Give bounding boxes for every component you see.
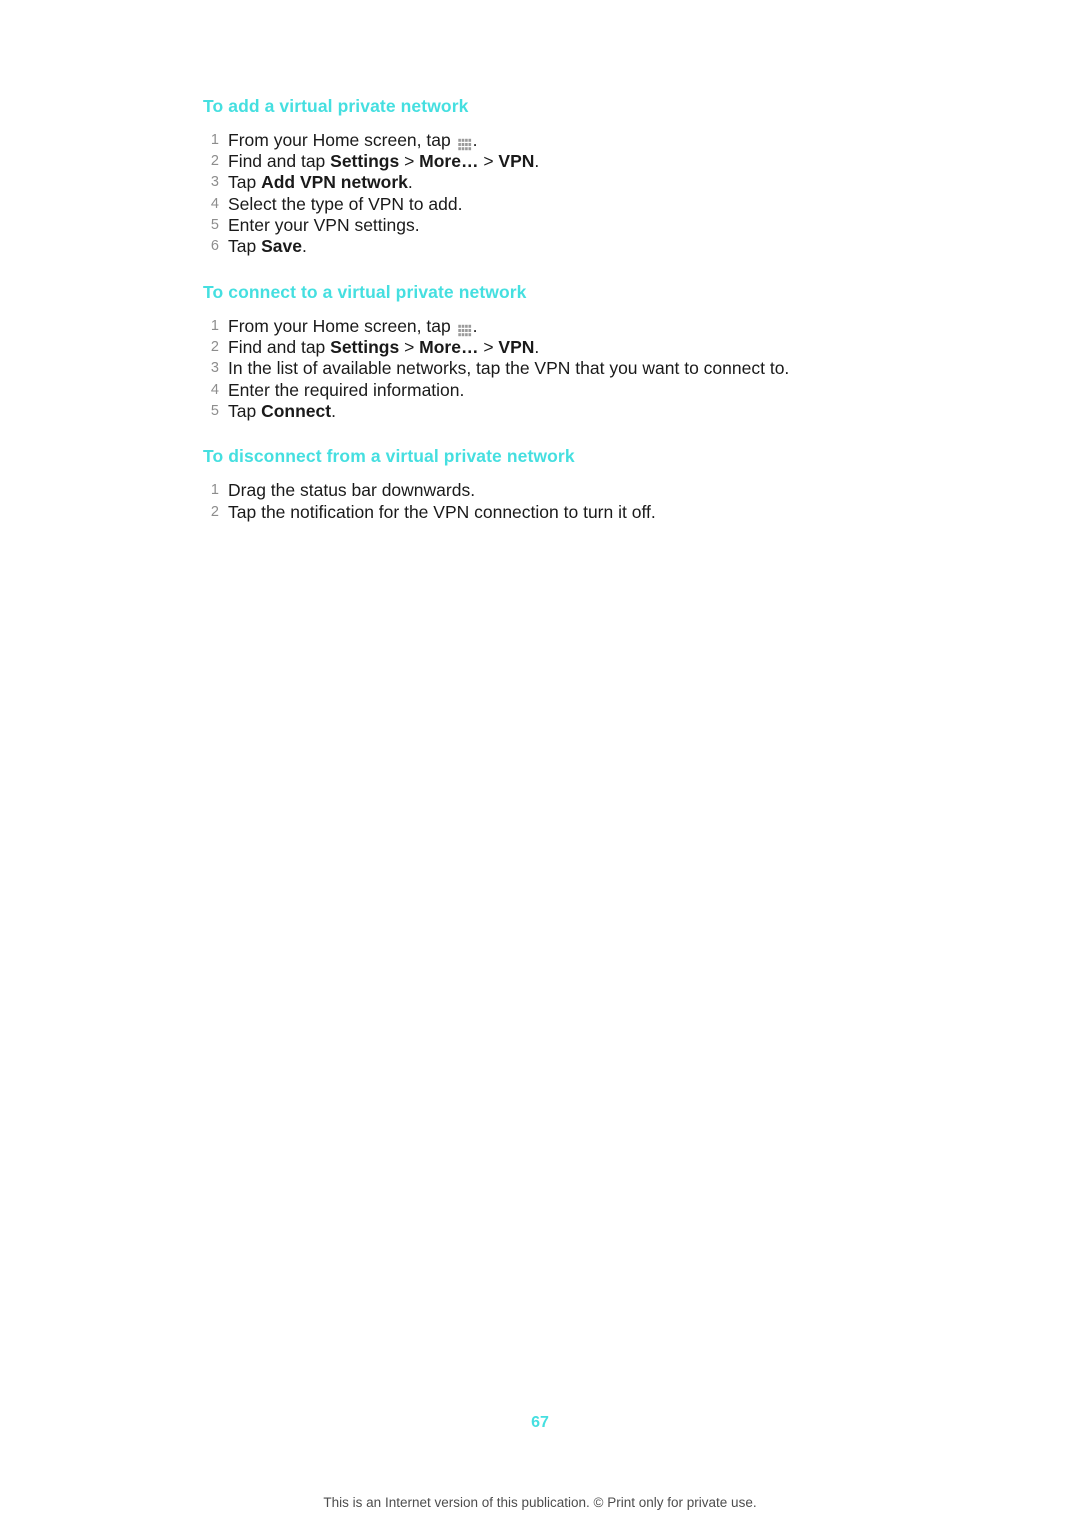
step-number: 3	[210, 360, 219, 377]
step-item: 4 Enter the required information.	[203, 380, 883, 401]
step-number: 2	[210, 503, 219, 520]
footer-note: This is an Internet version of this publ…	[323, 1495, 757, 1510]
instruction-section: To connect to a virtual private network 1…	[203, 282, 883, 422]
page-number: 67	[531, 1414, 549, 1431]
step-text: Tap Save.	[228, 236, 307, 256]
step-number: 2	[210, 339, 219, 356]
step-text-run: .	[472, 129, 478, 150]
step-text: Select the type of VPN to add.	[228, 194, 462, 214]
step-text-run: .	[331, 400, 336, 421]
step-number: 6	[210, 238, 219, 255]
step-number: 3	[210, 174, 219, 191]
step-item: 6 Tap Save.	[203, 236, 883, 257]
step-text-run: .	[407, 172, 413, 193]
step-text: Enter your VPN settings.	[228, 215, 420, 235]
section-heading: To connect to a virtual private network	[203, 281, 527, 302]
step-text-run: Tap	[228, 400, 262, 421]
ui-term: Connect	[261, 400, 332, 421]
step-list: 1 Drag the status bar downwards. 2 Tap the …	[203, 480, 883, 522]
ui-term: Add VPN network	[261, 172, 408, 193]
step-item: 3 In the list of available networks, tap …	[203, 358, 883, 379]
section-heading: To add a virtual private network	[203, 96, 469, 116]
ui-term: Save	[261, 236, 302, 257]
step-text: Drag the status bar downwards.	[228, 480, 475, 500]
section-heading: To disconnect from a virtual private net…	[203, 446, 575, 467]
ui-term: More…	[419, 337, 479, 358]
step-text: Tap the notification for the VPN connect…	[228, 502, 656, 522]
step-item: 2 Find and tap Settings > More… > VPN.	[203, 151, 883, 172]
document-page: To add a virtual private network 1 From yo…	[0, 0, 1080, 1527]
step-list: 1 From your Home screen, tap . 2 Find and t…	[203, 130, 883, 257]
step-text-run: Tap	[228, 236, 262, 257]
step-text-run: From your Home screen, tap	[228, 129, 456, 150]
step-text-run: .	[301, 236, 307, 257]
step-item: 1 From your Home screen, tap .	[203, 316, 883, 337]
step-text-run: >	[399, 151, 420, 172]
step-text-run: From your Home screen, tap	[228, 315, 456, 336]
step-item: 2 Tap the notification for the VPN connec…	[203, 502, 883, 523]
step-text: Find and tap Settings > More… > VPN.	[228, 151, 539, 171]
step-item: 5 Enter your VPN settings.	[203, 215, 883, 236]
step-text-run: Tap the notification for the VPN connect…	[228, 501, 656, 522]
step-item: 3 Tap Add VPN network.	[203, 172, 883, 193]
step-text-run: Tap	[228, 172, 262, 193]
step-number: 5	[210, 217, 219, 234]
step-item: 5 Tap Connect.	[203, 401, 883, 422]
step-text-run: Drag the status bar downwards.	[228, 480, 476, 501]
step-text-run: Find and tap	[228, 337, 331, 358]
ui-term: Settings	[330, 337, 400, 358]
step-text: Tap Add VPN network.	[228, 172, 413, 192]
step-text-run: >	[478, 337, 499, 358]
ui-term: More…	[419, 151, 479, 172]
step-text: Tap Connect.	[228, 401, 336, 421]
page-content: To add a virtual private network 1 From yo…	[203, 96, 883, 523]
step-number: 4	[210, 195, 219, 212]
instruction-section: To add a virtual private network 1 From yo…	[203, 96, 883, 257]
step-number: 5	[210, 402, 219, 419]
step-number: 4	[210, 381, 219, 398]
step-text-run: .	[534, 151, 540, 172]
step-number: 1	[210, 317, 219, 334]
step-number: 1	[210, 482, 219, 499]
step-item: 1 From your Home screen, tap .	[203, 130, 883, 151]
step-item: 4 Select the type of VPN to add.	[203, 194, 883, 215]
step-text-run: Select the type of VPN to add.	[228, 193, 463, 214]
ui-term: Settings	[330, 151, 400, 172]
step-text: Find and tap Settings > More… > VPN.	[228, 337, 539, 357]
ui-term: VPN	[498, 337, 535, 358]
step-text: From your Home screen, tap .	[228, 129, 478, 151]
step-text-run: .	[472, 315, 478, 336]
step-number: 2	[210, 153, 219, 170]
step-text-run: In the list of available networks, tap t…	[228, 358, 790, 379]
step-text: Enter the required information.	[228, 380, 464, 400]
step-text-run: >	[399, 337, 420, 358]
step-text: In the list of available networks, tap t…	[228, 358, 789, 378]
app-grid-icon	[457, 133, 472, 151]
step-text-run: .	[534, 337, 540, 358]
step-item: 1 Drag the status bar downwards.	[203, 480, 883, 501]
step-text: From your Home screen, tap .	[228, 316, 477, 336]
step-item: 2 Find and tap Settings > More… > VPN.	[203, 337, 883, 358]
instruction-section: To disconnect from a virtual private net…	[203, 446, 883, 522]
step-number: 1	[210, 131, 219, 148]
step-text-run: Enter the required information.	[228, 379, 465, 400]
step-text-run: Find and tap	[228, 151, 331, 172]
ui-term: VPN	[498, 151, 535, 172]
step-list: 1 From your Home screen, tap . 2 Find and t…	[203, 316, 883, 422]
step-text-run: Enter your VPN settings.	[228, 215, 420, 236]
app-grid-icon	[457, 319, 472, 336]
step-text-run: >	[478, 151, 499, 172]
